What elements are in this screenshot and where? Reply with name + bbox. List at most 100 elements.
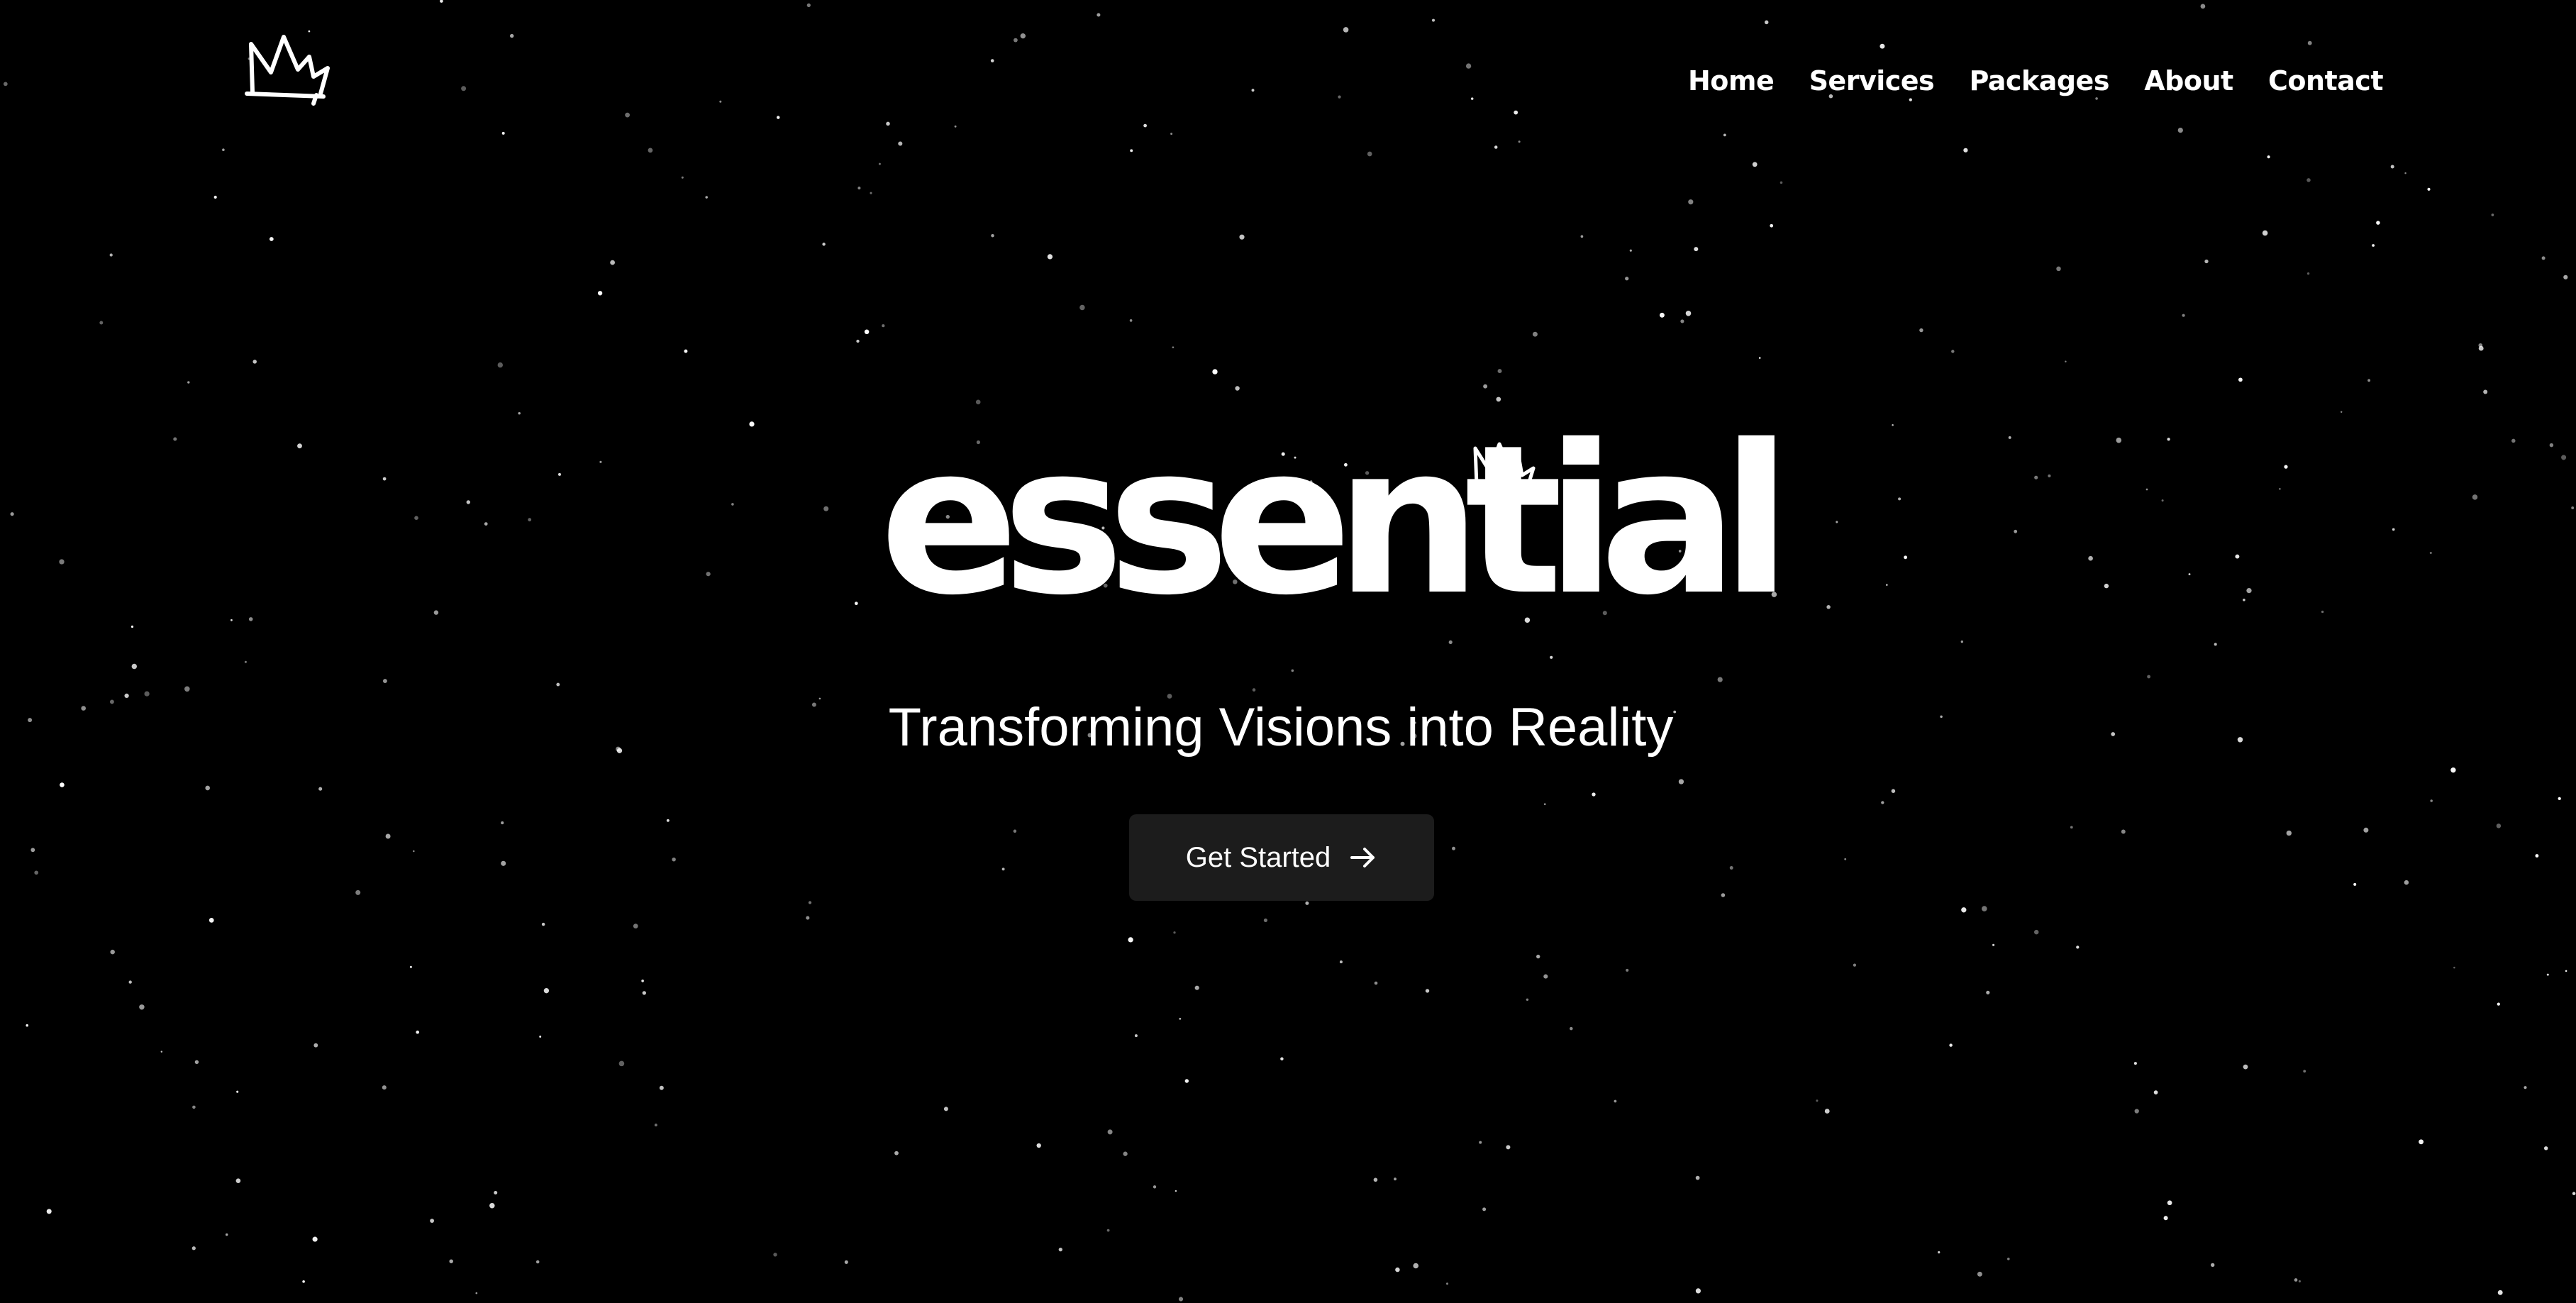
star — [990, 59, 994, 62]
star — [1338, 95, 1341, 99]
star — [2404, 880, 2409, 885]
star — [2541, 256, 2546, 260]
star — [2246, 587, 2252, 594]
star — [1892, 424, 1894, 426]
star — [625, 112, 630, 118]
star — [535, 1260, 540, 1264]
star — [1413, 1263, 1419, 1269]
star — [659, 1085, 664, 1090]
star — [633, 924, 638, 928]
star — [2237, 737, 2243, 743]
star — [2497, 1002, 2500, 1006]
star — [1977, 1271, 1982, 1277]
star — [1938, 1251, 1941, 1254]
star — [416, 1030, 420, 1034]
star — [2298, 1280, 2301, 1282]
nav-link-services[interactable]: Services — [1809, 65, 1935, 96]
nav-link-contact[interactable]: Contact — [2268, 65, 2384, 96]
star — [355, 889, 361, 895]
star — [854, 601, 858, 606]
star — [501, 860, 506, 866]
star — [648, 148, 653, 153]
star — [1173, 931, 1176, 934]
star — [1592, 792, 1596, 797]
star — [1904, 555, 1908, 560]
nav-link-home[interactable]: Home — [1688, 65, 1775, 96]
star — [1374, 981, 1378, 985]
star — [382, 477, 387, 481]
star — [822, 243, 826, 246]
star — [46, 1209, 52, 1214]
star — [1445, 1282, 1449, 1285]
star — [1252, 688, 1256, 692]
star — [2478, 345, 2484, 351]
star — [1001, 867, 1005, 871]
star — [1129, 319, 1133, 322]
star — [2307, 40, 2312, 45]
star — [1881, 801, 1884, 804]
star — [489, 1202, 495, 1209]
star — [878, 162, 881, 165]
star — [1367, 151, 1372, 157]
star — [433, 610, 439, 615]
star — [1853, 963, 1857, 967]
star — [2243, 599, 2245, 601]
star — [2363, 827, 2369, 833]
nav-link-about[interactable]: About — [2144, 65, 2233, 96]
star — [2511, 438, 2516, 443]
star — [2243, 1064, 2248, 1070]
star — [1394, 1177, 1397, 1181]
star — [3, 82, 8, 87]
star — [99, 321, 104, 325]
star — [2543, 1146, 2548, 1150]
star — [10, 512, 14, 516]
nav-link-packages[interactable]: Packages — [1969, 65, 2109, 96]
star — [139, 1004, 145, 1010]
star — [1543, 803, 1546, 806]
star — [2390, 165, 2394, 169]
star — [1175, 1190, 1177, 1192]
star — [1395, 1267, 1400, 1272]
star — [2427, 187, 2431, 191]
star — [1898, 497, 1902, 501]
star — [1580, 235, 1584, 238]
star — [213, 195, 217, 199]
star — [2306, 178, 2311, 182]
star — [1452, 846, 1455, 850]
star — [2453, 966, 2455, 969]
crown-icon[interactable] — [244, 33, 332, 106]
hero-tagline: Transforming Visions into Reality — [888, 697, 1674, 758]
star — [1629, 249, 1632, 252]
star — [414, 516, 418, 520]
star — [110, 949, 115, 955]
get-started-label: Get Started — [1185, 841, 1331, 873]
star — [894, 1150, 899, 1155]
star — [1373, 1177, 1378, 1182]
star — [870, 192, 872, 194]
star — [1235, 386, 1240, 391]
star — [2007, 1258, 2010, 1260]
star — [1431, 18, 1436, 22]
star — [610, 260, 615, 265]
star — [222, 148, 225, 151]
star — [1143, 123, 1147, 128]
star — [1570, 1026, 1573, 1031]
star — [1729, 866, 1733, 870]
star — [1014, 38, 1018, 43]
star — [1723, 133, 1726, 137]
star — [60, 782, 65, 787]
get-started-button[interactable]: Get Started — [1129, 814, 1434, 901]
star — [558, 472, 561, 476]
star — [1291, 669, 1294, 672]
star — [2147, 675, 2151, 679]
star — [539, 1036, 542, 1038]
star — [81, 706, 87, 711]
landing-page: Home Services Packages About Contact ess… — [0, 0, 2576, 1303]
star — [1479, 1141, 1482, 1144]
star — [34, 870, 39, 875]
star — [244, 660, 247, 663]
star — [1153, 1185, 1157, 1189]
star — [2076, 946, 2080, 949]
star — [2535, 854, 2539, 858]
star — [642, 991, 646, 995]
